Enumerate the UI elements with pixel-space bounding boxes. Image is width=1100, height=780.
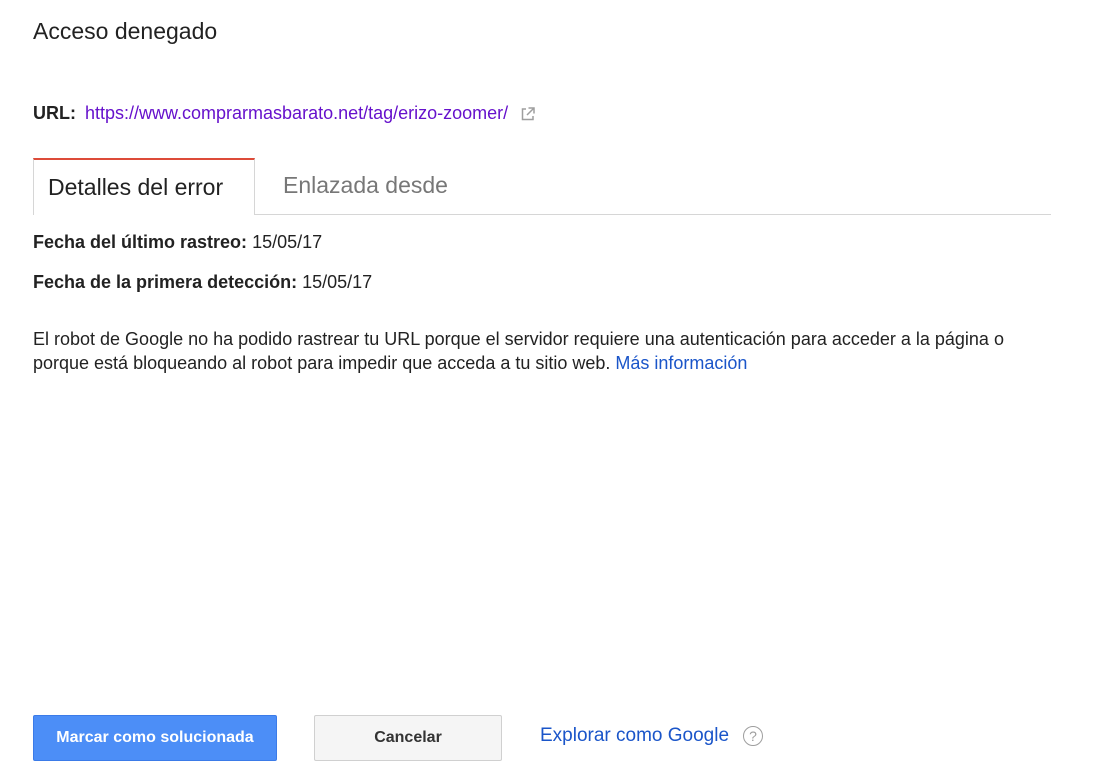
help-icon[interactable]: ?: [743, 726, 764, 746]
fetch-as-google-row: Explorar como Google ?: [540, 725, 764, 747]
mark-as-fixed-button[interactable]: Marcar como solucionada: [33, 715, 277, 761]
url-link[interactable]: https://www.comprarmasbarato.net/tag/eri…: [85, 103, 508, 124]
first-detected-value: 15/05/17: [302, 272, 373, 292]
external-link-icon[interactable]: [520, 106, 536, 122]
url-label: URL:: [33, 103, 76, 123]
last-crawl-value: 15/05/17: [252, 232, 323, 252]
first-detected-label: Fecha de la primera detección:: [33, 272, 303, 292]
tab-bar: Detalles del error Enlazada desde: [33, 158, 1051, 215]
error-description: El robot de Google no ha podido rastrear…: [33, 327, 1063, 375]
first-detected-row: Fecha de la primera detección: 15/05/17: [33, 272, 372, 293]
dialog-title: Acceso denegado: [33, 18, 218, 44]
cancel-button[interactable]: Cancelar: [314, 715, 502, 761]
more-info-link[interactable]: Más información: [615, 353, 747, 373]
tab-linked-from[interactable]: Enlazada desde: [269, 158, 462, 213]
error-description-text: El robot de Google no ha podido rastrear…: [33, 329, 1004, 373]
tab-error-details[interactable]: Detalles del error: [33, 158, 255, 215]
last-crawl-label: Fecha del último rastreo:: [33, 232, 253, 252]
last-crawl-row: Fecha del último rastreo: 15/05/17: [33, 232, 322, 253]
url-row: URL: https://www.comprarmasbarato.net/ta…: [33, 103, 536, 124]
fetch-as-google-link[interactable]: Explorar como Google: [540, 725, 729, 747]
